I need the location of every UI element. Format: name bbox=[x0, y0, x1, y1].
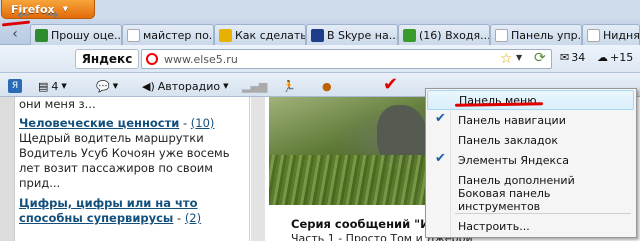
menu-separator bbox=[455, 213, 631, 214]
tab-label: Нидня bbox=[603, 28, 640, 42]
tab-2[interactable]: Как сделать... bbox=[214, 24, 306, 45]
page-margin bbox=[0, 97, 14, 241]
page-margin bbox=[251, 97, 265, 241]
tab-label: Как сделать... bbox=[235, 28, 306, 42]
menu-item-customize[interactable]: Настроить... bbox=[427, 216, 634, 236]
menu-item-label: Боковая панель инструментов bbox=[458, 187, 551, 213]
menu-item-label: Элементы Яндекса bbox=[458, 153, 569, 167]
menu-item-label: Панель закладок bbox=[458, 133, 558, 147]
tab-favicon-icon bbox=[127, 28, 140, 42]
post-intro: они меня з... bbox=[19, 97, 96, 111]
dropdown-arrow-icon: ▼ bbox=[62, 5, 68, 13]
post-title-link[interactable]: Цифры, цифры или на что способны суперви… bbox=[19, 196, 197, 225]
tab-label: В Skype на... bbox=[327, 28, 398, 42]
bookmarks-icon: ▤ bbox=[38, 79, 49, 93]
mail-count: 34 bbox=[571, 51, 586, 64]
menu-item-label: Панель навигации bbox=[458, 113, 566, 127]
menu-item-navigation-bar[interactable]: ✔ Панель навигации bbox=[427, 110, 634, 130]
post-count-link[interactable]: (10) bbox=[191, 116, 215, 130]
tab-favicon-icon bbox=[495, 28, 508, 42]
bookmarks-widget[interactable]: ▤ 4 ▼ bbox=[38, 77, 67, 95]
url-bar[interactable]: www.else5.ru bbox=[141, 49, 552, 69]
cloud-icon: ☁ bbox=[597, 51, 608, 64]
bookmark-star-icon[interactable]: ☆ bbox=[500, 51, 513, 67]
tab-favicon-icon bbox=[219, 28, 232, 42]
tab-scroll-left-icon[interactable]: ‹ bbox=[3, 24, 27, 44]
menu-item-bookmarks-bar[interactable]: Панель закладок bbox=[427, 130, 634, 150]
radio-widget[interactable]: ◀) Авторадио ▼ bbox=[142, 77, 229, 95]
post-count-link[interactable]: (2) bbox=[185, 211, 201, 225]
checkmark-icon: ✔ bbox=[435, 151, 446, 166]
radio-label: Авторадио bbox=[157, 79, 221, 93]
annotation-check: ✔ bbox=[383, 74, 399, 95]
tab-5[interactable]: Панель упр... bbox=[490, 24, 582, 45]
url-dropdown-icon[interactable]: ▼ bbox=[516, 53, 522, 62]
tab-label: Прошу оце... bbox=[51, 28, 122, 42]
menu-item-label: Панель дополнений bbox=[458, 173, 575, 187]
back-arrow-icon[interactable]: ← bbox=[14, 4, 34, 24]
tab-label: Панель упр... bbox=[511, 28, 582, 42]
signal-icon[interactable]: ▂▄▆ bbox=[242, 77, 267, 95]
checkmark-icon: ✔ bbox=[435, 111, 446, 126]
tab-label: майстер по... bbox=[143, 28, 214, 42]
bookmarks-count: 4 bbox=[51, 79, 59, 93]
dropdown-arrow-icon: ▼ bbox=[61, 82, 67, 90]
dropdown-arrow-icon: ▼ bbox=[112, 82, 119, 90]
sidebar-posts: они меня з... Человеческие ценности - (1… bbox=[14, 97, 250, 241]
chat-bubble-icon: 💬 bbox=[96, 79, 110, 93]
weather-widget[interactable]: ☁ +15 bbox=[597, 51, 633, 64]
addon-icon[interactable]: ● bbox=[322, 77, 332, 95]
url-text: www.else5.ru bbox=[164, 52, 238, 66]
menu-item-yandex-elements[interactable]: ✔ Элементы Яндекса bbox=[427, 150, 634, 170]
tab-3[interactable]: В Skype на... bbox=[306, 24, 398, 45]
runner-icon[interactable]: 🏃 bbox=[282, 77, 296, 95]
yandex-search-button[interactable]: Яндекс bbox=[75, 49, 139, 69]
post-excerpt: Щедрый водитель маршрутки Водитель Усуб … bbox=[19, 131, 230, 190]
yandex-label: Яндекс bbox=[81, 52, 133, 66]
tab-favicon-icon bbox=[35, 28, 48, 42]
post-title-link[interactable]: Человеческие ценности bbox=[19, 116, 179, 130]
series-title: Серия сообщений "Ист bbox=[291, 217, 444, 231]
mail-icon: ✉ bbox=[560, 51, 570, 64]
tab-favicon-icon bbox=[311, 28, 324, 42]
menu-item-label: Настроить... bbox=[458, 219, 530, 233]
speaker-icon: ◀) bbox=[142, 79, 155, 93]
tab-label: (16) Входя... bbox=[419, 28, 490, 42]
tab-favicon-icon bbox=[587, 28, 600, 42]
forward-arrow-icon[interactable]: → bbox=[42, 4, 62, 24]
tab-0[interactable]: Прошу оце... bbox=[30, 24, 122, 45]
menu-item-menu-bar[interactable]: Панель меню bbox=[427, 90, 634, 110]
weather-temp: +15 bbox=[610, 51, 634, 64]
tab-1[interactable]: майстер по... bbox=[122, 24, 214, 45]
dropdown-arrow-icon: ▼ bbox=[223, 82, 229, 90]
yandex-logo-icon[interactable]: Я bbox=[8, 77, 22, 95]
reload-icon[interactable]: ⟳ bbox=[534, 50, 546, 66]
site-icon bbox=[146, 53, 158, 65]
menu-item-sidebar-tools[interactable]: Боковая панель инструментов bbox=[427, 187, 634, 213]
tab-4[interactable]: (16) Входя... bbox=[398, 24, 490, 45]
mail-counter[interactable]: ✉ 34 bbox=[560, 51, 585, 64]
tab-favicon-icon bbox=[403, 28, 416, 42]
tab-6[interactable]: Нидня bbox=[582, 24, 640, 45]
chat-widget[interactable]: 💬 ▼ bbox=[96, 77, 118, 95]
